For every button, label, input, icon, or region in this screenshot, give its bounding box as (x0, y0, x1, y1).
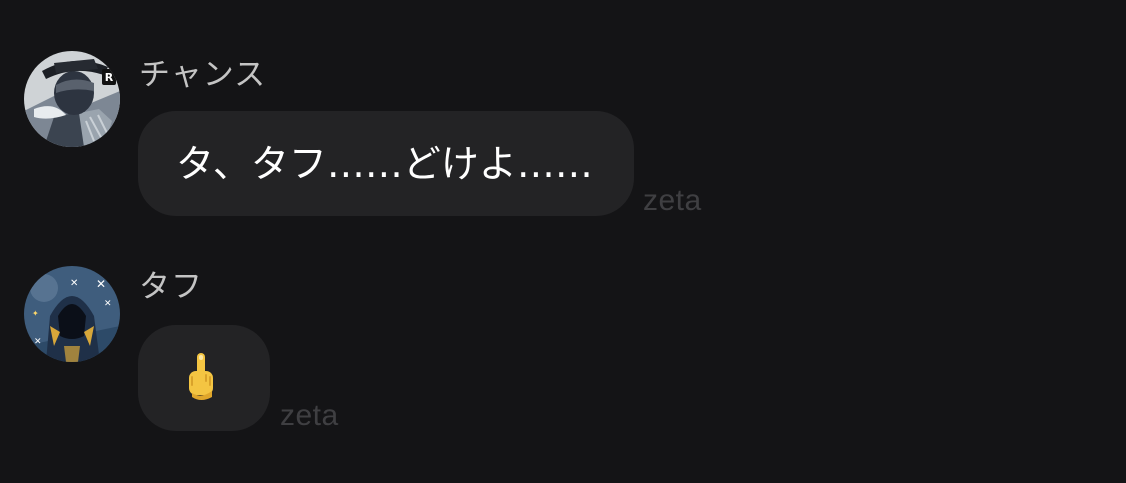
character-avatar-icon: R (24, 51, 120, 147)
watermark: zeta (280, 399, 339, 432)
message-bubble[interactable]: 🖕 (138, 325, 270, 431)
sender-name: タフ (139, 269, 203, 305)
avatar[interactable]: R (24, 51, 120, 147)
chat-thread: R チャンス タ、タフ……どけよ…… zeta ✕ ✕ ✕ ✦ ✕ ✦ タフ z… (0, 0, 1126, 483)
avatar[interactable]: ✕ ✕ ✕ ✦ ✕ ✦ (24, 266, 120, 362)
sender-name: チャンス (139, 57, 267, 93)
svg-text:✕: ✕ (34, 337, 42, 347)
chat-message: ✕ ✕ ✕ ✦ ✕ ✦ タフ 🖕 zeta (0, 240, 1126, 483)
watermark: zeta (643, 184, 702, 217)
message-bubble[interactable]: タ、タフ……どけよ…… (138, 111, 634, 216)
svg-text:✕: ✕ (96, 277, 106, 291)
message-text: タ、タフ……どけよ…… (176, 142, 593, 186)
svg-text:✦: ✦ (32, 309, 39, 318)
svg-text:R: R (105, 71, 114, 84)
svg-text:✕: ✕ (104, 299, 112, 309)
hooded-character-avatar-icon: ✕ ✕ ✕ ✦ ✕ ✦ (24, 266, 120, 362)
chat-message: R チャンス タ、タフ……どけよ…… zeta (0, 0, 1126, 240)
svg-text:✦: ✦ (106, 347, 113, 356)
svg-text:✕: ✕ (70, 278, 78, 289)
middle-finger-emoji-icon: 🖕 (189, 353, 213, 400)
